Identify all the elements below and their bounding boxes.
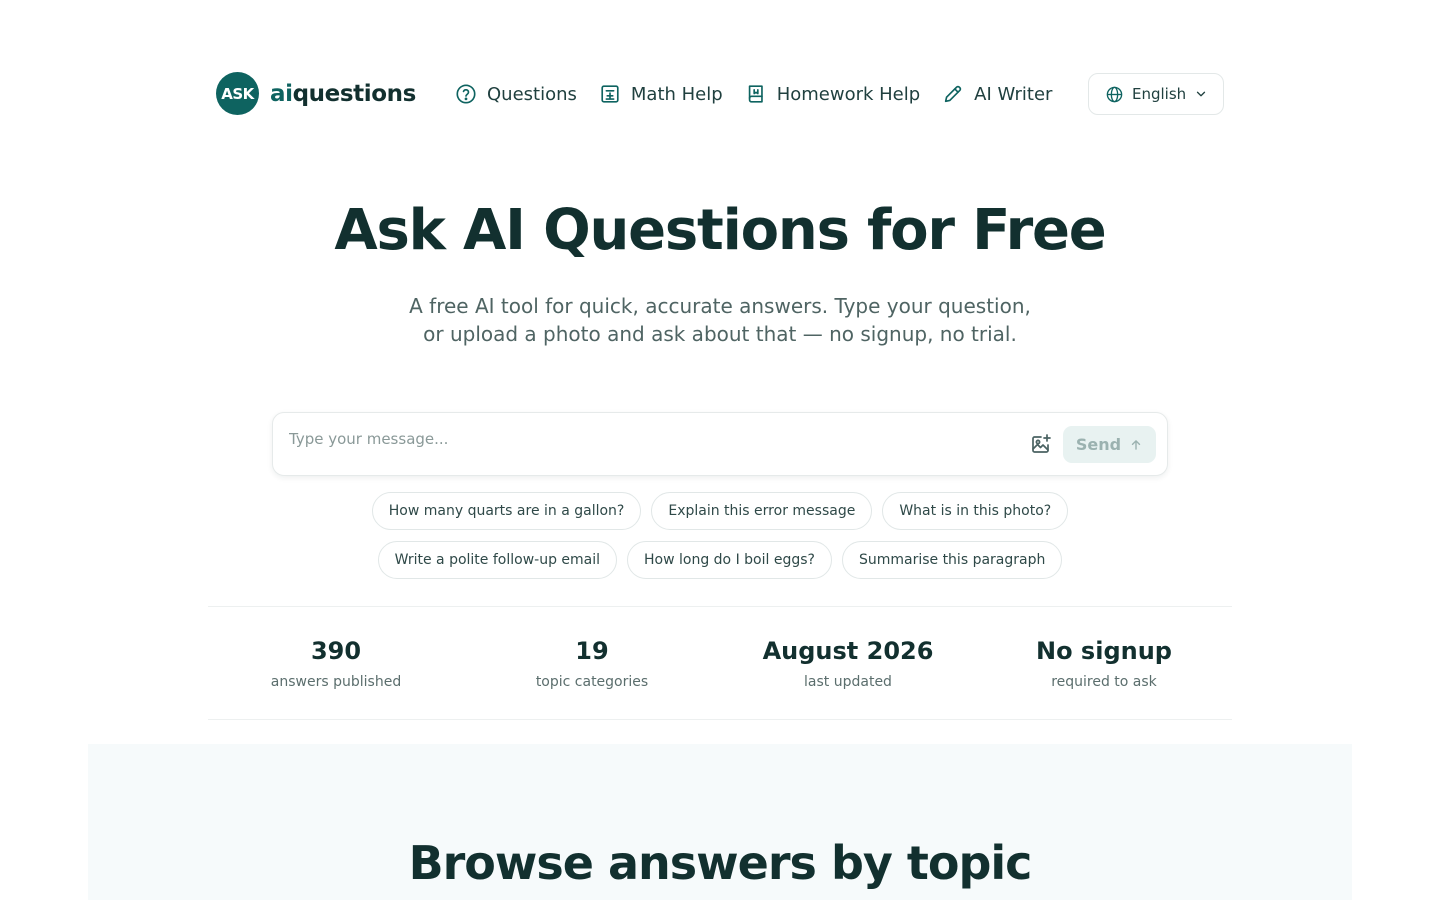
subtitle-line: or upload a photo and ask about that — n… xyxy=(423,322,1017,346)
stat-value: 19 xyxy=(575,637,609,665)
message-input[interactable] xyxy=(289,427,1009,451)
nav-item-math-help[interactable]: Math Help xyxy=(599,80,723,108)
pencil-icon xyxy=(945,85,962,103)
stat-signup: No signup required to ask xyxy=(976,607,1232,719)
browse-section: Browse answers by topic xyxy=(88,744,1352,900)
stat-label: topic categories xyxy=(535,674,649,690)
suggestion-chips: How many quarts are in a gallon? Explain… xyxy=(272,492,1168,579)
send-button[interactable]: Send xyxy=(1063,426,1156,463)
chat-composer: Send xyxy=(272,412,1168,476)
stat-label: answers published xyxy=(270,674,402,690)
stat-categories: 19 topic categories xyxy=(464,607,720,719)
subtitle-line: A free AI tool for quick, accurate answe… xyxy=(409,294,1031,318)
calculator-icon xyxy=(601,85,619,103)
nav-label: Math Help xyxy=(630,83,723,105)
page-title: Ask AI Questions for Free xyxy=(334,198,1106,263)
suggestion-chip[interactable]: How long do I boil eggs? xyxy=(627,541,832,579)
nav-label: Questions xyxy=(487,83,577,105)
page-subtitle: A free AI tool for quick, accurate answe… xyxy=(370,292,1070,348)
stat-updated: August 2026 last updated xyxy=(720,607,976,719)
nav-item-questions[interactable]: Questions xyxy=(455,80,577,108)
stat-answers: 390 answers published xyxy=(208,607,464,719)
stat-value: 390 xyxy=(310,637,362,665)
nav-label: AI Writer xyxy=(974,83,1053,105)
main-nav: Questions Math Help Homework Help AI Wri… xyxy=(455,80,1074,108)
nav-item-homework-help[interactable]: Homework Help xyxy=(745,80,920,108)
upload-image-button[interactable] xyxy=(1029,432,1053,456)
stat-value: No signup xyxy=(1036,637,1172,665)
site-header: ASK aiquestions Questions Math Help Home… xyxy=(0,0,1440,190)
language-label: English xyxy=(1132,85,1187,103)
logo-wordmark: aiquestions xyxy=(270,81,416,107)
stat-label: last updated xyxy=(804,674,892,690)
nav-item-ai-writer[interactable]: AI Writer xyxy=(942,80,1052,108)
browse-title: Browse answers by topic xyxy=(408,836,1033,890)
question-circle-icon xyxy=(456,84,476,104)
logo-wordmark-suffix: questions xyxy=(292,80,417,107)
suggestion-chip[interactable]: Explain this error message xyxy=(651,492,873,530)
logo-wordmark-prefix: ai xyxy=(270,80,293,107)
logo-badge: ASK xyxy=(216,72,259,115)
suggestion-chip[interactable]: Write a polite follow-up email xyxy=(377,541,618,579)
stat-label: required to ask xyxy=(1051,674,1157,690)
send-label: Send xyxy=(1075,435,1122,454)
stat-value: August 2026 xyxy=(762,637,934,665)
suggestion-chip[interactable]: How many quarts are in a gallon? xyxy=(371,492,642,530)
stats-bar: 390 answers published 19 topic categorie… xyxy=(208,606,1232,720)
suggestion-chip[interactable]: What is in this photo? xyxy=(882,492,1069,530)
language-selector[interactable]: English xyxy=(1088,73,1224,115)
arrow-up-icon xyxy=(1131,439,1141,450)
site-logo[interactable]: ASK aiquestions xyxy=(216,72,416,115)
suggestion-chip[interactable]: Summarise this paragraph xyxy=(841,541,1063,579)
nav-label: Homework Help xyxy=(776,83,921,105)
globe-icon xyxy=(1106,86,1123,102)
chevron-down-icon xyxy=(1197,91,1206,97)
image-upload-icon xyxy=(1032,434,1051,453)
book-icon xyxy=(748,85,763,103)
